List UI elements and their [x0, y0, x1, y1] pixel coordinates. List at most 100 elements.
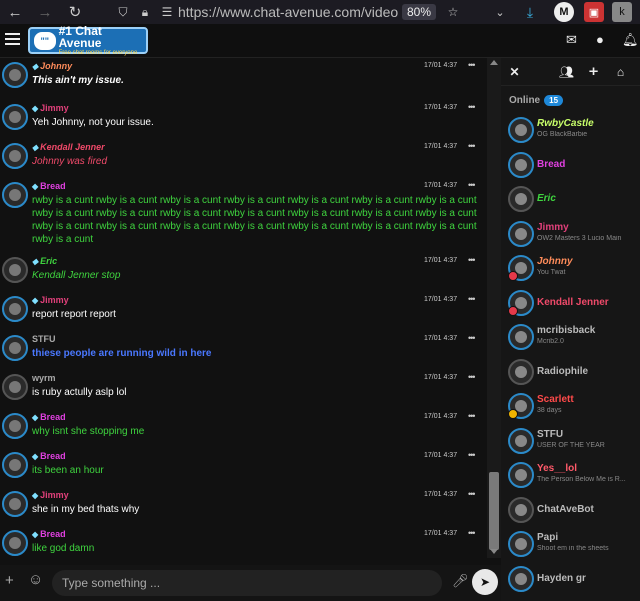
more-options-icon[interactable]: ••• [468, 411, 476, 421]
send-button[interactable]: ➤ [472, 569, 498, 595]
avatar[interactable] [508, 117, 534, 143]
extension-red-icon[interactable]: ▣ [584, 2, 604, 22]
diamond-icon: ◆ [32, 413, 39, 422]
avatar[interactable] [2, 335, 28, 361]
online-user[interactable]: Yes__lol The Person Below Me is R... [501, 459, 640, 493]
reload-icon[interactable]: ↻ [60, 3, 90, 21]
more-options-icon[interactable]: ••• [468, 60, 476, 70]
more-options-icon[interactable]: ••• [468, 294, 476, 304]
permissions-icon[interactable]: ☰ [156, 5, 178, 19]
avatar[interactable] [2, 374, 28, 400]
avatar[interactable] [508, 151, 534, 178]
shield-icon[interactable]: ⛉ [112, 5, 134, 20]
online-user[interactable]: ChatAveBot [501, 494, 640, 528]
avatar[interactable] [508, 186, 534, 212]
scroll-up-icon[interactable] [490, 60, 498, 65]
more-options-icon[interactable]: ••• [468, 333, 476, 343]
avatar[interactable] [508, 531, 534, 557]
online-user[interactable]: Hayden gr [501, 563, 640, 597]
avatar-image [515, 503, 527, 516]
lock-icon[interactable]: 🔒︎ [134, 5, 156, 20]
online-user[interactable]: Bread [501, 149, 640, 183]
avatar[interactable] [508, 565, 534, 592]
online-user[interactable]: Scarlett 38 days [501, 390, 640, 424]
more-options-icon[interactable]: ••• [468, 372, 476, 382]
url-text[interactable]: https://www.chat-avenue.com/videoga [178, 4, 398, 20]
avatar[interactable] [2, 257, 28, 283]
back-arrow-icon[interactable]: ← [0, 4, 30, 21]
mail-icon[interactable]: ✉ [566, 32, 577, 48]
chat-avenue-logo[interactable]: "" #1 Chat Avenue Free chat rooms for ev… [28, 25, 148, 56]
address-bar[interactable]: ⛉ 🔒︎ ☰ https://www.chat-avenue.com/video… [112, 2, 466, 22]
scroll-down-icon[interactable] [490, 549, 498, 554]
microphone-icon[interactable]: 🎤︎ [452, 573, 469, 589]
pocket-icon[interactable]: ⌄ [490, 2, 510, 22]
online-user[interactable]: Jimmy OW2 Masters 3 Lucio Main [501, 218, 640, 252]
download-icon[interactable]: ⤓ [520, 2, 540, 22]
home-icon[interactable]: ⌂ [607, 65, 634, 79]
more-options-icon[interactable]: ••• [468, 255, 476, 265]
message-text: Yeh Johnny, not your issue. [32, 117, 154, 128]
avatar[interactable] [2, 104, 28, 130]
avatar[interactable] [2, 296, 28, 322]
online-user[interactable]: mcribisback Mcrib2.0 [501, 321, 640, 355]
message-username[interactable]: ◆ Bread [32, 451, 66, 461]
more-options-icon[interactable]: ••• [468, 489, 476, 499]
message-username[interactable]: ◆ Bread [32, 529, 66, 539]
notifications-bell-icon[interactable]: 🔔︎ [622, 32, 639, 48]
message-username[interactable]: ◆ Jimmy [32, 490, 69, 500]
plus-icon[interactable]: + [5, 572, 14, 589]
star-icon[interactable]: ☆ [442, 5, 464, 19]
avatar[interactable] [508, 496, 534, 523]
avatar[interactable] [2, 143, 28, 169]
avatar[interactable] [2, 452, 28, 478]
more-options-icon[interactable]: ••• [468, 450, 476, 460]
message-username[interactable]: ◆ Bread [32, 181, 66, 191]
message-username[interactable]: ◆ Jimmy [32, 103, 69, 113]
message-username[interactable]: ◆ Jimmy [32, 295, 69, 305]
add-friend-icon[interactable]: ➕︎ [580, 64, 607, 79]
avatar[interactable] [508, 324, 534, 350]
online-user[interactable]: Papi Shoot em in the sheets [501, 528, 640, 562]
avatar[interactable] [508, 462, 534, 488]
more-options-icon[interactable]: ••• [468, 528, 476, 538]
message-username[interactable]: ◆ Kendall Jenner [32, 142, 105, 152]
avatar[interactable] [2, 62, 28, 88]
close-icon[interactable]: ✕ [501, 65, 528, 79]
avatar[interactable] [2, 413, 28, 439]
avatar[interactable] [2, 182, 28, 208]
more-options-icon[interactable]: ••• [468, 141, 476, 151]
extension-gray-icon[interactable]: k [612, 2, 632, 22]
emoji-icon[interactable]: ☺ [28, 571, 43, 588]
message-username[interactable]: ◆ Eric [32, 256, 57, 266]
avatar[interactable] [2, 491, 28, 517]
message-timestamp: 17/01 4:37 [424, 182, 458, 189]
message-text: This ain't my issue. [32, 75, 124, 86]
message-username[interactable]: STFU [32, 334, 56, 344]
message-username[interactable]: wyrm [32, 373, 56, 383]
message-input[interactable] [52, 570, 442, 596]
zoom-level[interactable]: 80% [402, 4, 437, 20]
online-user[interactable]: RwbyCastle OG BlackBarbie [501, 114, 640, 148]
online-user[interactable]: Johnny You Twat [501, 252, 640, 286]
scroll-thumb[interactable] [489, 472, 499, 550]
users-group-icon[interactable]: 👥︎ [553, 65, 580, 79]
online-user[interactable]: Kendall Jenner [501, 287, 640, 321]
online-user[interactable]: Eric [501, 183, 640, 217]
message-username[interactable]: ◆ Johnny [32, 61, 72, 71]
more-options-icon[interactable]: ••• [468, 102, 476, 112]
avatar[interactable] [508, 220, 534, 247]
forward-arrow-icon[interactable]: → [30, 4, 60, 21]
avatar[interactable] [2, 530, 28, 556]
message-username[interactable]: ◆ Bread [32, 412, 66, 422]
online-user[interactable]: Radiophile [501, 356, 640, 390]
online-user[interactable]: STFU USER OF THE YEAR [501, 425, 640, 459]
hamburger-menu-icon[interactable] [5, 33, 20, 45]
more-options-icon[interactable]: ••• [468, 180, 476, 190]
chat-scrollbar[interactable] [487, 58, 501, 558]
avatar[interactable] [508, 427, 534, 454]
user-profile-icon[interactable]: ● [596, 32, 604, 47]
online-user-name: Yes__lol [537, 463, 578, 474]
avatar[interactable] [508, 358, 534, 385]
extension-m-icon[interactable]: M [554, 2, 574, 22]
